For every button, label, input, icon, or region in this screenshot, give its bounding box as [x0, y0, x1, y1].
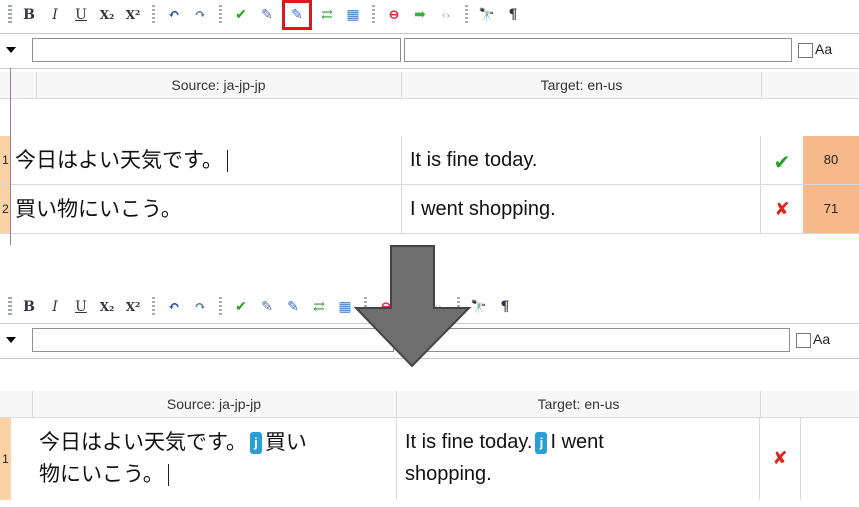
- arrow-down-icon: [353, 245, 472, 368]
